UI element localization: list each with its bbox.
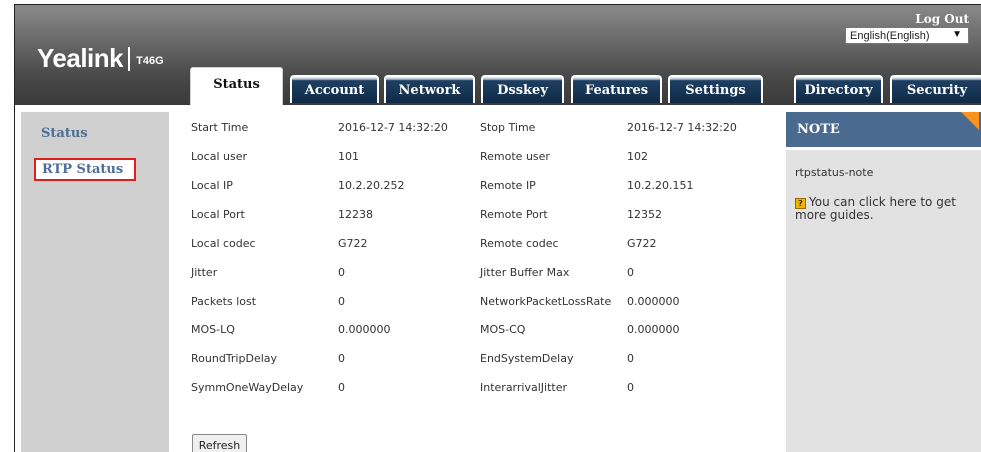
tab-network[interactable]: Network <box>384 75 475 103</box>
rtp-status-table: Start Time 2016-12-7 14:32:20 Stop Time … <box>174 112 776 452</box>
field-label: Packets lost <box>191 295 257 308</box>
field-value: 12238 <box>338 208 373 221</box>
field-value: 0.000000 <box>338 323 391 336</box>
field-value: G722 <box>338 237 368 250</box>
tab-settings[interactable]: Settings <box>668 75 763 103</box>
field-value: 0.000000 <box>627 295 680 308</box>
field-label: InterarrivalJitter <box>480 381 567 394</box>
tab-directory[interactable]: Directory <box>794 75 883 103</box>
refresh-button[interactable]: Refresh <box>192 434 247 452</box>
logo-text: Yealink <box>37 43 124 73</box>
tab-account[interactable]: Account <box>290 75 379 103</box>
tab-status[interactable]: Status <box>190 67 283 105</box>
field-value: 0 <box>338 381 345 394</box>
field-value: 101 <box>338 150 359 163</box>
tab-features[interactable]: Features <box>571 75 662 103</box>
sidebar: Status RTP Status <box>21 112 169 452</box>
note-body: rtpstatus-note ? You can click here to ge… <box>786 150 981 452</box>
field-value: 10.2.20.252 <box>338 179 405 192</box>
field-value: 0 <box>627 266 634 279</box>
field-label: Stop Time <box>480 121 536 134</box>
note-title: NOTE <box>797 122 840 137</box>
logout-link[interactable]: Log Out <box>915 12 969 26</box>
field-value: 2016-12-7 14:32:20 <box>338 121 448 134</box>
field-value: G722 <box>627 237 657 250</box>
field-value: 10.2.20.151 <box>627 179 694 192</box>
field-label: NetworkPacketLossRate <box>480 295 612 308</box>
field-label: Jitter <box>191 266 218 279</box>
field-label: Local Port <box>191 208 245 221</box>
field-value: 2016-12-7 14:32:20 <box>627 121 737 134</box>
field-label: Remote Port <box>480 208 548 221</box>
language-select[interactable]: English(English) ▼ <box>845 27 969 44</box>
field-label: Remote codec <box>480 237 559 250</box>
field-label: Remote IP <box>480 179 536 192</box>
field-label: RoundTripDelay <box>191 352 278 365</box>
guide-link[interactable]: ? You can click here to get more guides. <box>795 196 975 222</box>
field-value: 0 <box>338 295 345 308</box>
note-corner-fold-icon <box>961 112 979 130</box>
field-label: EndSystemDelay <box>480 352 574 365</box>
field-label: Start Time <box>191 121 249 134</box>
sidebar-item-status[interactable]: Status <box>41 126 88 141</box>
logo-separator <box>128 46 131 71</box>
field-value: 0 <box>338 266 345 279</box>
field-value: 102 <box>627 150 648 163</box>
tab-security[interactable]: Security <box>890 75 981 103</box>
yealink-logo: Yealink T46G <box>37 43 164 74</box>
field-label: MOS-LQ <box>191 323 235 336</box>
guide-text: You can click here to get more guides. <box>795 195 956 222</box>
field-label: MOS-CQ <box>480 323 526 336</box>
field-label: Local codec <box>191 237 256 250</box>
field-label: Local user <box>191 150 247 163</box>
field-value: 12352 <box>627 208 662 221</box>
tab-dsskey[interactable]: Dsskey <box>481 75 564 103</box>
language-value: English(English) <box>850 29 930 42</box>
note-header: NOTE <box>786 112 981 147</box>
note-text: rtpstatus-note <box>795 166 874 179</box>
model-label: T46G <box>136 54 164 67</box>
field-label: Jitter Buffer Max <box>480 266 570 279</box>
field-value: 0 <box>627 381 634 394</box>
sidebar-item-rtp-status[interactable]: RTP Status <box>34 158 136 181</box>
note-panel: NOTE rtpstatus-note ? You can click here … <box>786 112 981 452</box>
dropdown-arrow-icon: ▼ <box>952 29 962 40</box>
field-label: Local IP <box>191 179 233 192</box>
field-value: 0.000000 <box>627 323 680 336</box>
field-label: Remote user <box>480 150 550 163</box>
field-value: 0 <box>338 352 345 365</box>
header-bar: Yealink T46G Log Out English(English) ▼ … <box>15 5 981 105</box>
field-label: SymmOneWayDelay <box>191 381 304 394</box>
field-value: 0 <box>627 352 634 365</box>
